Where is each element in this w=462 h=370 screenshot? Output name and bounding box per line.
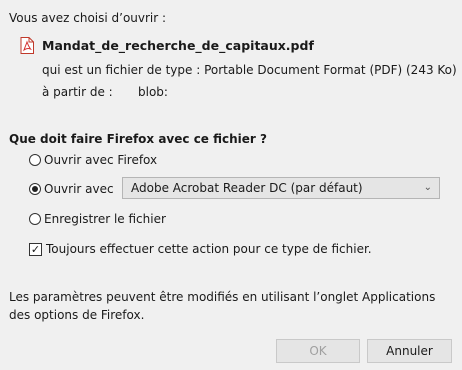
file-type: qui est un fichier de type : Portable Do… [42,63,457,77]
radio-button[interactable] [29,213,41,225]
radio-save-file[interactable]: Enregistrer le fichier [29,212,166,226]
radio-open-with[interactable]: Ouvrir avec [29,182,114,196]
pdf-file-icon [20,37,34,54]
application-select-value: Adobe Acrobat Reader DC (par défaut) [131,181,363,195]
application-select[interactable]: Adobe Acrobat Reader DC (par défaut) ⌄ [122,177,440,199]
radio-label: Ouvrir avec [44,182,114,196]
always-do-this-checkbox[interactable]: ✓ Toujours effectuer cette action pour c… [29,242,372,256]
checkmark-icon[interactable]: ✓ [29,242,42,256]
intro-text: Vous avez choisi d’ouvrir : [9,11,167,25]
radio-button[interactable] [29,154,41,166]
radio-open-firefox[interactable]: Ouvrir avec Firefox [29,153,157,167]
radio-label: Enregistrer le fichier [44,212,166,226]
file-name: Mandat_de_recherche_de_capitaux.pdf [42,38,314,53]
radio-button[interactable] [29,183,41,195]
settings-note: Les paramètres peuvent être modifiés en … [9,290,436,322]
cancel-button[interactable]: Annuler [367,339,452,363]
radio-label: Ouvrir avec Firefox [44,153,158,167]
source-value: blob: [138,85,168,99]
source-label: à partir de : [42,85,113,99]
question-heading: Que doit faire Firefox avec ce fichier ? [9,132,267,146]
ok-button[interactable]: OK [276,339,360,363]
checkbox-label: Toujours effectuer cette action pour ce … [46,242,372,256]
chevron-down-icon: ⌄ [423,182,432,193]
